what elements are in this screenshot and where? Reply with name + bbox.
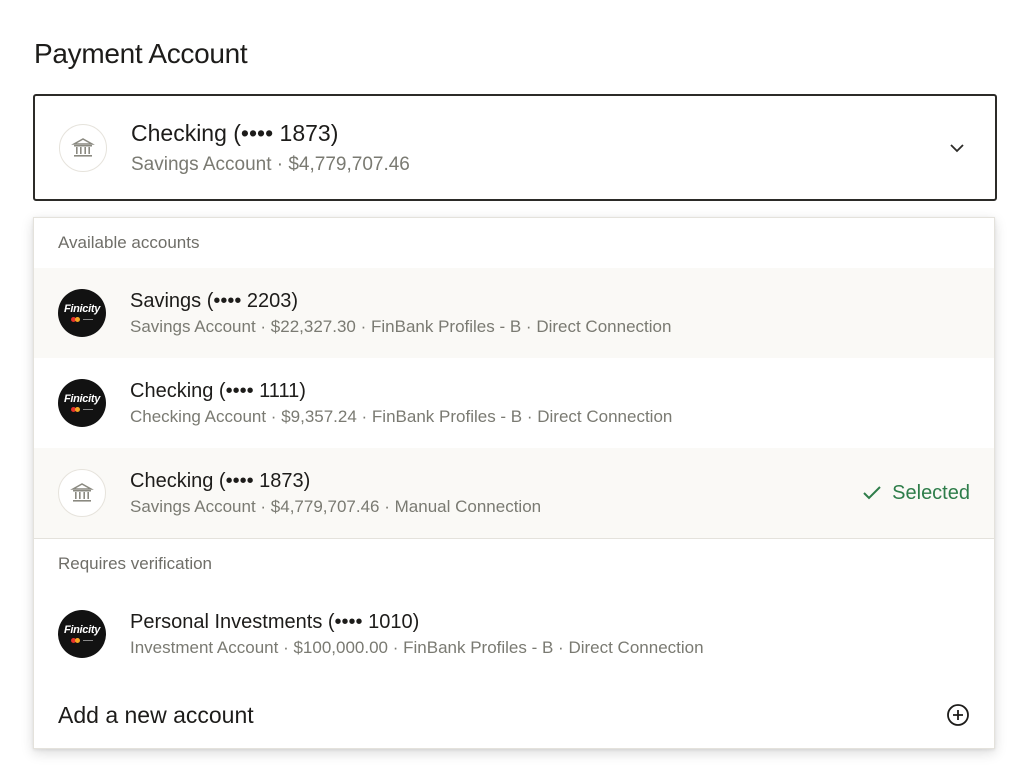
logo-text: Finicity: [63, 393, 101, 405]
add-account-label: Add a new account: [58, 701, 254, 728]
plus-circle-icon[interactable]: [946, 703, 970, 727]
account-name: Savings (•••• 2203): [130, 289, 299, 312]
account-detail: Savings Account · $4,779,707.46 · Manual…: [130, 496, 542, 516]
finicity-logo-icon: Finicity: [58, 289, 106, 337]
chevron-down-icon[interactable]: [947, 138, 967, 158]
finicity-logo-icon: Finicity: [58, 610, 106, 658]
account-detail: Checking Account · $9,357.24 · FinBank P…: [130, 406, 673, 426]
finicity-logo-icon: Finicity: [58, 379, 106, 427]
bank-icon: [58, 469, 106, 517]
selected-account-detail: Savings Account · $4,779,707.46: [131, 153, 410, 175]
page-title: Payment Account: [34, 38, 248, 69]
bank-icon: [59, 123, 107, 172]
logo-text: Finicity: [63, 624, 101, 636]
payment-account-select[interactable]: Checking (•••• 1873) Savings Account · $…: [33, 94, 997, 201]
account-option[interactable]: Finicity Savings (•••• 2203) Savings Acc…: [34, 268, 994, 358]
selected-badge: Selected: [862, 482, 970, 505]
selected-account-name: Checking (•••• 1873): [131, 119, 339, 146]
logo-text: Finicity: [63, 303, 101, 315]
add-account-button[interactable]: Add a new account: [34, 679, 994, 751]
account-option-selected[interactable]: Checking (•••• 1873) Savings Account · $…: [34, 448, 994, 538]
account-option[interactable]: Finicity Personal Investments (•••• 1010…: [34, 589, 994, 679]
account-name: Checking (•••• 1873): [130, 469, 311, 492]
available-accounts-label: Available accounts: [58, 233, 200, 252]
account-detail: Savings Account · $22,327.30 · FinBank P…: [130, 316, 672, 336]
account-name: Checking (•••• 1111): [130, 379, 306, 402]
selected-label: Selected: [892, 481, 970, 504]
account-name: Personal Investments (•••• 1010): [130, 610, 420, 633]
requires-verification-label: Requires verification: [58, 554, 213, 573]
check-icon: [863, 486, 881, 500]
account-detail: Investment Account · $100,000.00 · FinBa…: [130, 637, 704, 657]
account-dropdown: Available accounts Finicity Savings (•••…: [33, 217, 995, 749]
account-option[interactable]: Finicity Checking (•••• 1111) Checking A…: [34, 358, 994, 448]
